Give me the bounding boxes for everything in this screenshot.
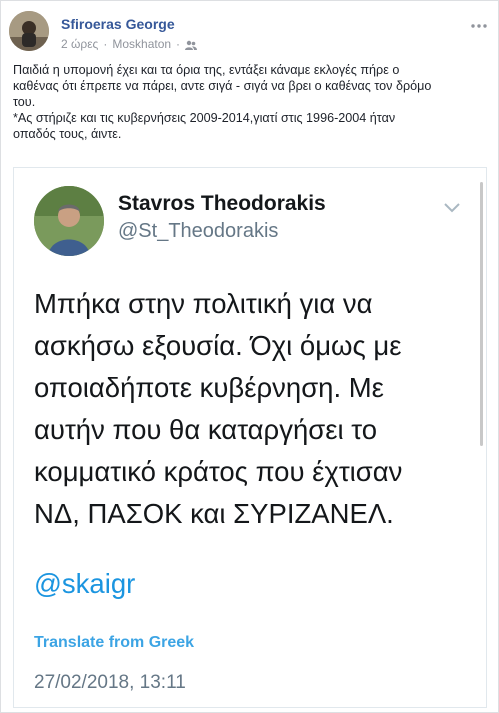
tweet-author-handle[interactable]: @St_Theodorakis [118,220,278,243]
tweet-mention-link[interactable]: @skaigr [34,568,135,600]
translate-link[interactable]: Translate from Greek [34,634,194,652]
post-header: Sfiroeras George 2 ώρες · Moskhaton · [9,11,489,55]
author-name[interactable]: Sfiroeras George [61,16,175,32]
post-location[interactable]: Moskhaton [112,37,171,51]
facebook-post: Sfiroeras George 2 ώρες · Moskhaton · Πα… [0,0,499,713]
post-text: Παιδιά η υπομονή έχει και τα όρια της, ε… [13,62,487,142]
post-text-line: του. [13,95,36,109]
more-options-icon[interactable] [471,15,487,31]
tweet-body-line: ασκήσω εξουσία. Όχι όμως με [34,330,402,361]
post-text-line: οπαδός τους, άιντε. [13,127,122,141]
tweet-author-avatar[interactable] [34,186,104,256]
tweet-body-line: οποιαδήποτε κυβέρνηση. Με [34,372,384,403]
friends-icon[interactable] [185,40,198,51]
embedded-tweet[interactable]: Stavros Theodorakis @St_Theodorakis Μπήκ… [13,167,487,708]
tweet-body-line: αυτήν που θα καταργήσει το [34,414,377,445]
post-time[interactable]: 2 ώρες [61,37,98,51]
post-text-line: Παιδιά η υπομονή έχει και τα όρια της, ε… [13,63,400,77]
tweet-body: Μπήκα στην πολιτική για να ασκήσω εξουσί… [34,283,474,535]
meta-separator: · [176,37,181,51]
post-meta: 2 ώρες · Moskhaton · [61,37,198,51]
chevron-down-icon[interactable] [444,200,460,213]
post-text-line: *Ας στήριζε και τις κυβερνήσεις 2009-201… [13,111,396,125]
tweet-body-line: κομματικό κράτος που έχτισαν [34,456,403,487]
meta-separator: · [103,37,108,51]
author-avatar[interactable] [9,11,49,51]
tweet-body-line: ΝΔ, ΠΑΣΟΚ και ΣΥΡΙΖΑΝΕΛ. [34,498,394,529]
tweet-author-name[interactable]: Stavros Theodorakis [118,192,326,216]
tweet-body-line: Μπήκα στην πολιτική για να [34,288,373,319]
post-text-line: καθένας ότι έπρεπε να πάρει, αντε σιγά -… [13,79,432,93]
scrollbar[interactable] [480,182,483,446]
tweet-timestamp[interactable]: 27/02/2018, 13:11 [34,672,186,694]
